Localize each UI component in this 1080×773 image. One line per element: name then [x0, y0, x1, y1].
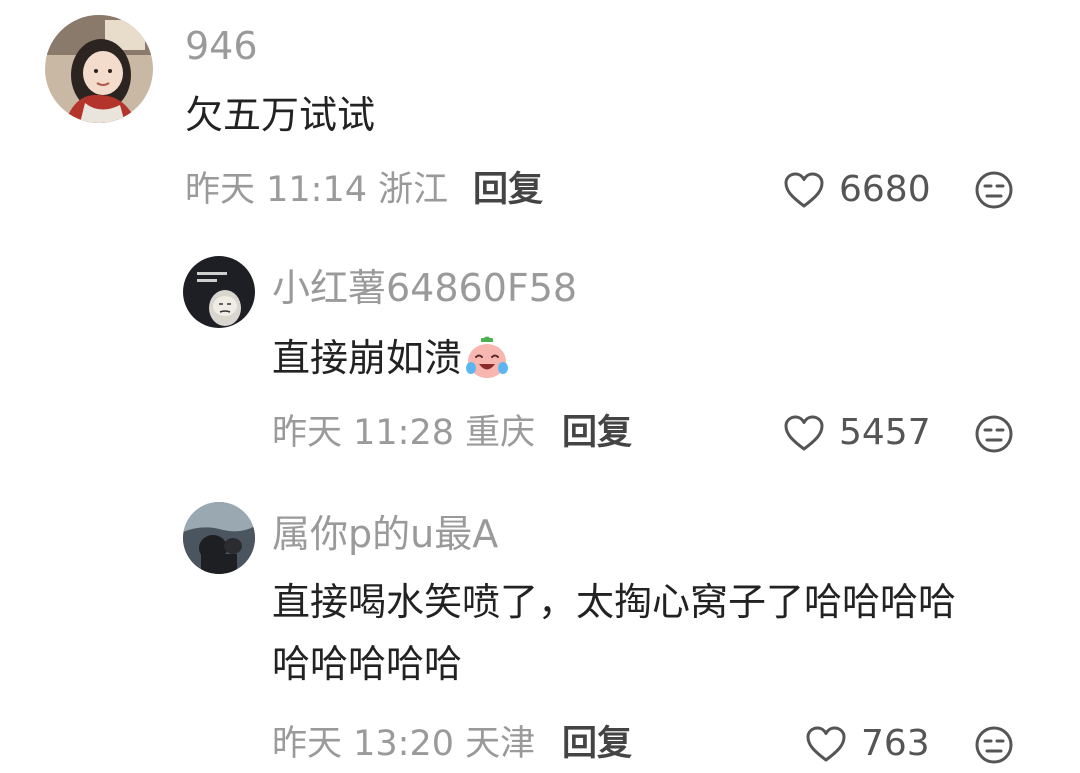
- comment-text: 直接崩如溃: [272, 336, 463, 380]
- dislike-face-icon[interactable]: [974, 725, 1014, 765]
- comment-item: 小红薯64860F58 直接崩如溃 昨天 11:28 重庆 回复 5457: [0, 230, 1080, 470]
- comment-time: 昨天 11:28: [272, 413, 454, 453]
- night-figure-avatar-icon: [183, 502, 255, 574]
- like-button[interactable]: 763: [805, 725, 930, 763]
- like-count: 763: [861, 723, 930, 764]
- comment-meta: 昨天 11:14 浙江: [185, 173, 448, 208]
- comment-text: 欠五万试试: [185, 93, 376, 137]
- avatar[interactable]: [183, 256, 255, 328]
- avatar[interactable]: [45, 15, 153, 123]
- like-button[interactable]: 5457: [783, 414, 931, 452]
- comment-username[interactable]: 小红薯64860F58: [272, 269, 577, 307]
- comment-text-line: 直接崩如溃: [272, 327, 510, 389]
- comment-location: 天津: [465, 724, 536, 764]
- heart-icon: [784, 415, 824, 451]
- crying-laughing-emoji-icon: [466, 336, 509, 378]
- comment-meta: 昨天 11:28 重庆: [272, 416, 535, 451]
- reply-button[interactable]: 回复: [562, 416, 632, 451]
- dislike-face-icon[interactable]: [974, 170, 1014, 210]
- heart-icon: [784, 172, 824, 208]
- comment-location: 浙江: [378, 170, 449, 210]
- girl-photo-avatar-icon: [45, 15, 153, 123]
- comment-username[interactable]: 属你p的u最A: [272, 515, 498, 553]
- dislike-face-icon[interactable]: [974, 414, 1014, 454]
- reply-button[interactable]: 回复: [562, 727, 632, 762]
- comment-item: 946 欠五万试试 昨天 11:14 浙江 回复 6680: [0, 0, 1080, 230]
- comment-text: 直接喝水笑喷了，太掏心窝子了哈哈哈哈 哈哈哈哈哈: [272, 571, 956, 695]
- comment-item: 属你p的u最A 直接喝水笑喷了，太掏心窝子了哈哈哈哈 哈哈哈哈哈 昨天 13:2…: [0, 470, 1080, 773]
- comment-time: 昨天 11:14: [185, 170, 367, 210]
- comment-time: 昨天 13:20: [272, 724, 454, 764]
- like-count: 5457: [839, 412, 931, 453]
- avatar[interactable]: [183, 502, 255, 574]
- heart-icon: [806, 726, 846, 762]
- like-button[interactable]: 6680: [783, 171, 931, 209]
- like-count: 6680: [839, 169, 931, 210]
- comment-meta: 昨天 13:20 天津: [272, 727, 535, 762]
- comment-text-line: 直接喝水笑喷了，太掏心窝子了哈哈哈哈: [272, 580, 957, 624]
- comment-username[interactable]: 946: [185, 27, 258, 65]
- meme-face-avatar-icon: [183, 256, 255, 328]
- comment-text-line: 哈哈哈哈哈: [272, 642, 463, 686]
- comment-location: 重庆: [465, 413, 536, 453]
- reply-button[interactable]: 回复: [473, 173, 543, 208]
